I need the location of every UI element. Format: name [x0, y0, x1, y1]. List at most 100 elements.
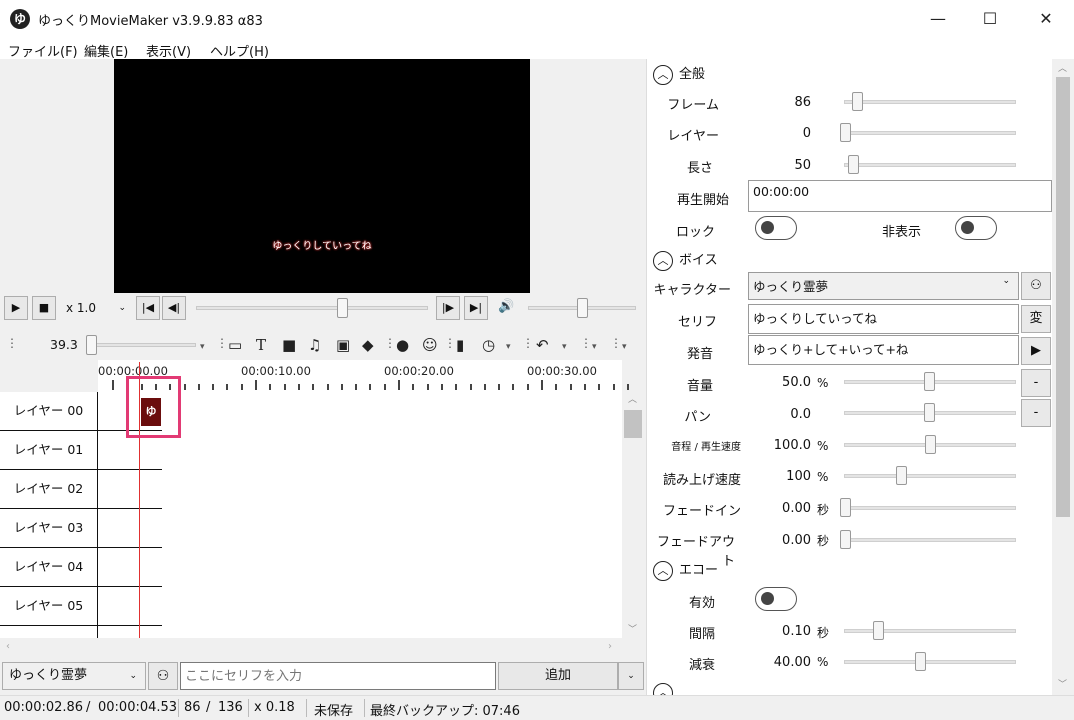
echo-toggle[interactable]: [755, 587, 797, 611]
length-thumb[interactable]: [848, 155, 859, 174]
timeline-hscrollbar[interactable]: ‹ ›: [0, 638, 646, 658]
play-button[interactable]: ▶: [4, 296, 28, 320]
vscroll-thumb[interactable]: [624, 410, 642, 438]
chevron-down-icon[interactable]: ▾: [562, 342, 567, 352]
fadein-slider[interactable]: [844, 506, 1016, 510]
volume-prop-thumb[interactable]: [924, 372, 935, 391]
line-text-input[interactable]: [180, 662, 496, 690]
properties-scrollbar[interactable]: ︿ ﹀: [1052, 59, 1074, 695]
minus-button[interactable]: -: [1021, 399, 1051, 427]
text-icon[interactable]: T: [256, 336, 266, 354]
convert-button[interactable]: 変: [1021, 305, 1051, 333]
add-dropdown-button[interactable]: ⌄: [618, 662, 644, 690]
chevron-down-icon[interactable]: ﹀: [1058, 677, 1067, 690]
lock-toggle[interactable]: [755, 216, 797, 240]
minus-button[interactable]: -: [1021, 369, 1051, 397]
last-frame-button[interactable]: ▶|: [464, 296, 488, 320]
toolbar-grip[interactable]: ⋮: [610, 336, 622, 350]
next-frame-button[interactable]: |▶: [436, 296, 460, 320]
toolbar-grip[interactable]: ⋮: [580, 336, 592, 350]
layer-slider[interactable]: [844, 131, 1016, 135]
toolbar-grip[interactable]: ⋮: [384, 336, 396, 350]
volume-thumb[interactable]: [577, 298, 588, 318]
toolbar-grip[interactable]: ⋮: [522, 336, 534, 350]
fadeout-slider[interactable]: [844, 538, 1016, 542]
layer-header[interactable]: レイヤー 04: [0, 548, 98, 587]
character-settings-button[interactable]: ⚇: [148, 662, 178, 690]
frame-thumb[interactable]: [852, 92, 863, 111]
comment-icon[interactable]: ▭: [228, 336, 242, 354]
add-button[interactable]: 追加: [498, 662, 618, 690]
zoom-slider[interactable]: [86, 343, 196, 347]
section-next[interactable]: ︿: [653, 683, 679, 695]
length-slider[interactable]: [844, 163, 1016, 167]
chevron-down-icon[interactable]: ▾: [622, 342, 627, 352]
frame-slider[interactable]: [844, 100, 1016, 104]
chevron-right-icon[interactable]: ›: [608, 641, 612, 652]
video-icon[interactable]: ■: [282, 336, 296, 354]
fadein-thumb[interactable]: [840, 498, 851, 517]
shapes-icon[interactable]: ◆: [362, 336, 374, 354]
section-echo[interactable]: ︿ エコー: [653, 559, 718, 581]
toolbar-grip[interactable]: ⋮: [6, 336, 18, 350]
clock-icon[interactable]: ◷: [482, 336, 495, 354]
volume-icon[interactable]: 🔊: [498, 299, 514, 314]
start-time-input[interactable]: 00:00:00: [748, 180, 1052, 212]
maximize-button[interactable]: ☐: [964, 0, 1016, 38]
zoom-thumb[interactable]: [86, 335, 97, 355]
chevron-down-icon[interactable]: ▾: [506, 342, 511, 352]
music-icon[interactable]: ♫: [308, 336, 321, 354]
menu-view[interactable]: 表示(V): [146, 41, 191, 60]
chevron-down-icon[interactable]: ▾: [592, 342, 597, 352]
decay-thumb[interactable]: [915, 652, 926, 671]
chevron-left-icon[interactable]: ‹: [6, 641, 10, 652]
interval-slider[interactable]: [844, 629, 1016, 633]
fadeout-thumb[interactable]: [840, 530, 851, 549]
section-general[interactable]: ︿ 全般: [653, 63, 705, 85]
minimize-button[interactable]: —: [912, 0, 964, 38]
chevron-up-icon[interactable]: ︿: [628, 392, 637, 405]
stop-button[interactable]: ■: [32, 296, 56, 320]
menu-help[interactable]: ヘルプ(H): [210, 41, 269, 60]
chevron-up-icon[interactable]: ︿: [1058, 61, 1067, 74]
person-icon[interactable]: ●: [396, 336, 409, 354]
seek-thumb[interactable]: [337, 298, 349, 318]
menu-edit[interactable]: 編集(E): [84, 41, 128, 60]
prev-frame-button[interactable]: ◀|: [162, 296, 186, 320]
chevron-down-icon[interactable]: ﹀: [628, 622, 637, 635]
hide-toggle[interactable]: [955, 216, 997, 240]
face-icon[interactable]: ☺: [422, 336, 438, 354]
undo-icon[interactable]: ↶: [536, 336, 549, 354]
section-voice[interactable]: ︿ ボイス: [653, 249, 718, 271]
layer-header[interactable]: レイヤー 05: [0, 587, 98, 626]
first-frame-button[interactable]: |◀: [136, 296, 160, 320]
speed-select[interactable]: x 1.0 ⌄: [60, 296, 132, 320]
layer-header[interactable]: レイヤー 00: [0, 392, 98, 431]
read-speed-slider[interactable]: [844, 474, 1016, 478]
layer-thumb[interactable]: [840, 123, 851, 142]
properties-scroll-thumb[interactable]: [1056, 77, 1070, 517]
voice-play-button[interactable]: ▶: [1021, 337, 1051, 365]
close-button[interactable]: ✕: [1020, 0, 1072, 38]
layer-header[interactable]: [0, 626, 98, 638]
menu-file[interactable]: ファイル(F): [8, 41, 78, 60]
character-dropdown[interactable]: ゆっくり霊夢 ⌄: [748, 272, 1019, 300]
character-select[interactable]: ゆっくり霊夢 ⌄: [2, 662, 146, 690]
pan-thumb[interactable]: [924, 403, 935, 422]
line-textbox[interactable]: ゆっくりしていってね: [748, 304, 1019, 334]
read-speed-thumb[interactable]: [896, 466, 907, 485]
image-icon[interactable]: ▣: [336, 336, 350, 354]
layer-header[interactable]: レイヤー 03: [0, 509, 98, 548]
layer-header[interactable]: レイヤー 01: [0, 431, 98, 470]
pitch-thumb[interactable]: [925, 435, 936, 454]
seek-slider[interactable]: [196, 306, 428, 310]
timeline-vscrollbar[interactable]: ︿ ﹀: [622, 392, 644, 638]
book-icon[interactable]: ▮: [456, 336, 464, 354]
toolbar-grip[interactable]: ⋮: [444, 336, 456, 350]
pronunciation-textbox[interactable]: ゆっくり+して+いって+ね: [748, 335, 1019, 365]
decay-slider[interactable]: [844, 660, 1016, 664]
layer-header[interactable]: レイヤー 02: [0, 470, 98, 509]
toolbar-grip[interactable]: ⋮: [216, 336, 228, 350]
interval-thumb[interactable]: [873, 621, 884, 640]
character-edit-button[interactable]: ⚇: [1021, 272, 1051, 300]
